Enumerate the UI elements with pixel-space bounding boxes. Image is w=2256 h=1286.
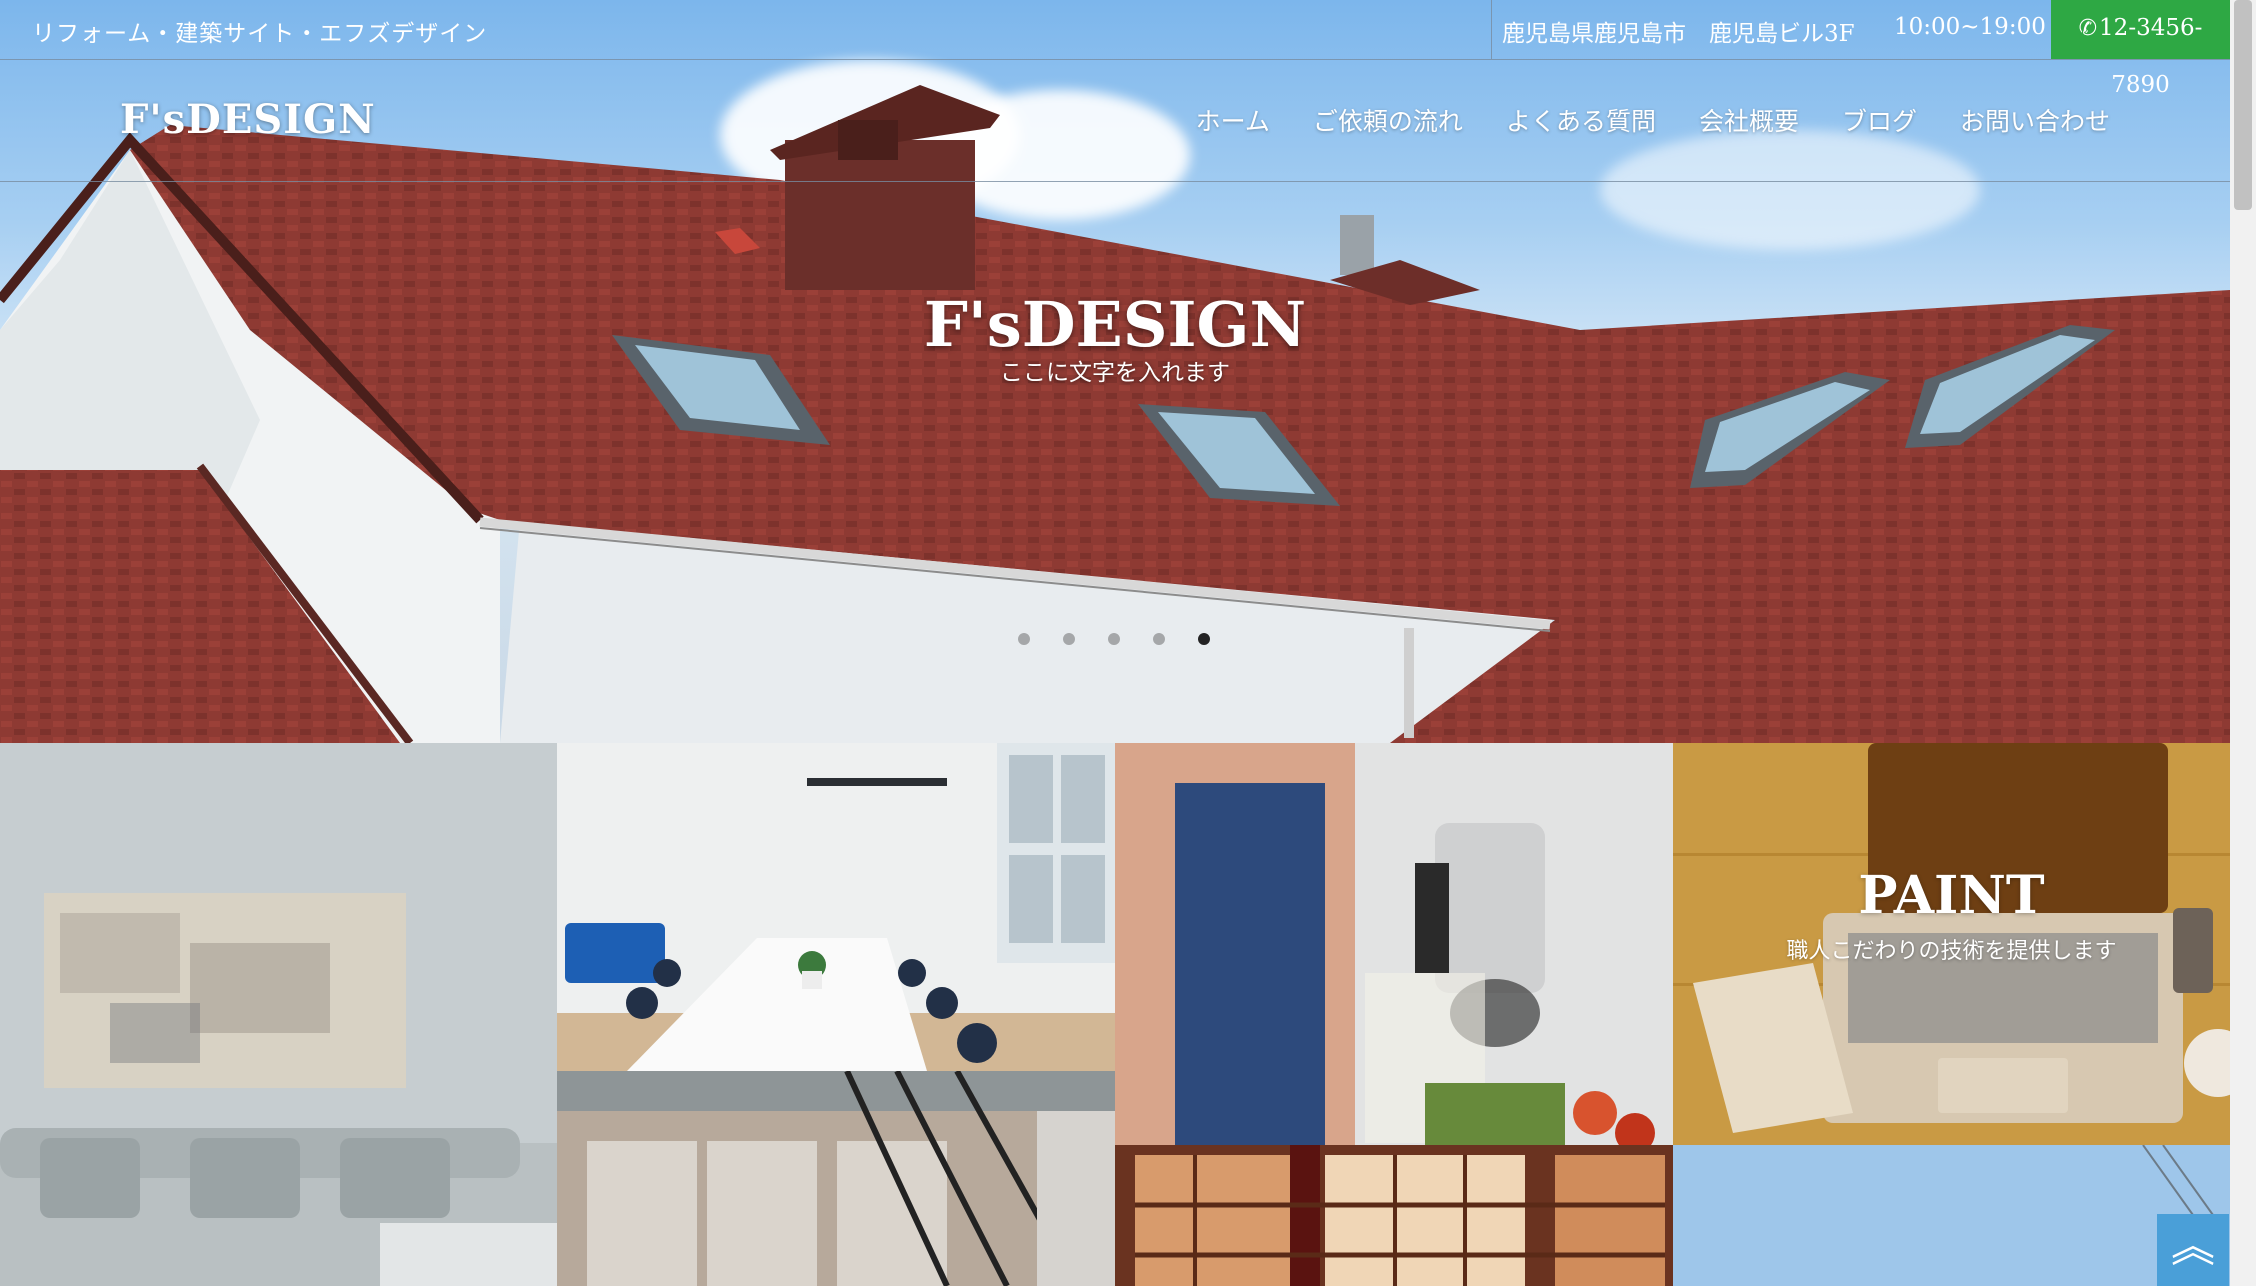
- business-hours: 10:00~19:00: [1894, 14, 2046, 40]
- hero-subtitle: ここに文字を入れます: [1000, 360, 1230, 386]
- back-to-top-button[interactable]: ︽: [2157, 1214, 2229, 1286]
- nav-contact[interactable]: お問い合わせ: [1960, 102, 2110, 138]
- phone-icon: ✆: [2078, 16, 2098, 41]
- nav-flow[interactable]: ご依頼の流れ: [1313, 102, 1463, 138]
- photo-shoji-screen: [1115, 1145, 1673, 1286]
- nav-faq[interactable]: よくある質問: [1506, 102, 1656, 138]
- site-logo[interactable]: F'sDESIGN: [120, 96, 376, 143]
- main-header: F'sDESIGN ホーム ご依頼の流れ よくある質問 会社概要 ブログ お問い…: [0, 60, 2230, 182]
- hero-title: F'sDESIGN: [923, 288, 1307, 361]
- tile-living-room[interactable]: [0, 743, 557, 1286]
- tile-dining-room[interactable]: [557, 743, 1115, 1071]
- phone-button[interactable]: ✆12-3456-7890: [2051, 0, 2230, 98]
- slider-dots: [1018, 633, 1210, 645]
- hero-slider: リフォーム・建築サイト・エフズデザイン 鹿児島県鹿児島市 鹿児島ビル3F 10:…: [0, 0, 2230, 743]
- slider-dot[interactable]: [1018, 633, 1030, 645]
- double-chevron-up-icon: ︽: [2171, 1221, 2215, 1272]
- main-nav: ホーム ご依頼の流れ よくある質問 会社概要 ブログ お問い合わせ: [1196, 102, 2110, 138]
- top-info-bar: リフォーム・建築サイト・エフズデザイン 鹿児島県鹿児島市 鹿児島ビル3F 10:…: [0, 0, 2230, 98]
- nav-blog[interactable]: ブログ: [1842, 102, 1917, 138]
- tile-shoji[interactable]: [1115, 1145, 1673, 1286]
- photo-living-room: [0, 743, 557, 1286]
- tile-kitchen[interactable]: [1115, 743, 1673, 1145]
- paint-title: PAINT: [1858, 865, 2045, 926]
- address-box: 鹿児島県鹿児島市 鹿児島ビル3F 10:00~19:00: [1491, 0, 2052, 59]
- photo-sky: [1673, 1145, 2230, 1286]
- nav-company[interactable]: 会社概要: [1699, 102, 1799, 138]
- site-tagline: リフォーム・建築サイト・エフズデザイン: [32, 21, 488, 47]
- tile-sky[interactable]: [1673, 1145, 2230, 1286]
- photo-dining-room: [557, 743, 1115, 1071]
- scrollbar-thumb[interactable]: [2234, 0, 2252, 210]
- tile-paint[interactable]: PAINT 職人こだわりの技術を提供します: [1673, 743, 2230, 1145]
- paint-subtitle: 職人こだわりの技術を提供します: [1786, 939, 2117, 964]
- page-scrollbar[interactable]: [2230, 0, 2256, 1286]
- address-text: 鹿児島県鹿児島市 鹿児島ビル3F: [1502, 21, 1855, 47]
- slider-dot[interactable]: [1108, 633, 1120, 645]
- slider-dot[interactable]: [1063, 633, 1075, 645]
- nav-home[interactable]: ホーム: [1196, 102, 1270, 138]
- photo-staircase: [557, 1071, 1115, 1286]
- tile-staircase[interactable]: [557, 1071, 1115, 1286]
- photo-kitchen: [1115, 743, 1673, 1145]
- slider-dot[interactable]: [1153, 633, 1165, 645]
- slider-dot-active[interactable]: [1198, 633, 1210, 645]
